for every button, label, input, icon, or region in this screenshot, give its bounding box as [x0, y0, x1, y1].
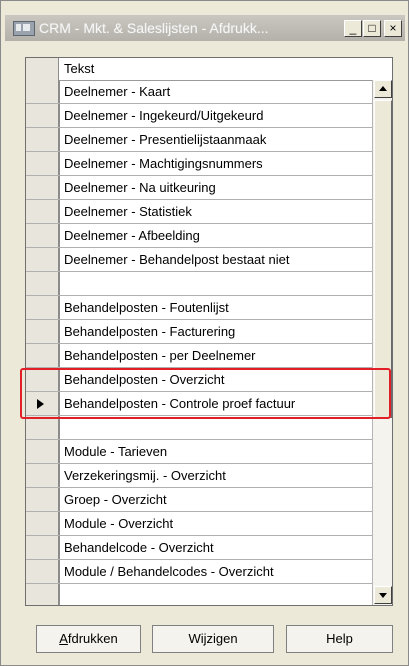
print-label: fdrukken [67, 631, 118, 646]
maximize-button[interactable]: □ [363, 20, 381, 37]
row-text-cell[interactable]: Deelnemer - Kaart [59, 80, 381, 103]
window-title: CRM - Mkt. & Saleslijsten - Afdrukk... [39, 20, 269, 36]
row-selector[interactable] [26, 152, 59, 175]
app-icon [13, 20, 35, 36]
row-text-cell[interactable]: Groep - Overzicht [59, 488, 381, 511]
row-selector[interactable] [26, 344, 59, 367]
edit-button[interactable]: Wijzigen [152, 625, 274, 653]
table-row[interactable] [26, 584, 392, 605]
row-text-cell[interactable]: Behandelposten - Controle proef factuur [59, 392, 381, 415]
row-selector[interactable] [26, 488, 59, 511]
table-row[interactable]: Behandelposten - Overzicht [26, 368, 392, 392]
row-text-cell[interactable]: Deelnemer - Afbeelding [59, 224, 381, 247]
title-bar[interactable]: CRM - Mkt. & Saleslijsten - Afdrukk... _… [5, 15, 405, 41]
row-text-cell[interactable]: Module - Tarieven [59, 440, 381, 463]
row-selector[interactable] [26, 272, 59, 295]
row-selector[interactable] [26, 440, 59, 463]
table-row[interactable]: Module - Tarieven [26, 440, 392, 464]
scroll-thumb[interactable] [374, 100, 392, 418]
table-row[interactable]: Behandelposten - Facturering [26, 320, 392, 344]
table-row[interactable]: Deelnemer - Statistiek [26, 200, 392, 224]
row-selector[interactable] [26, 200, 59, 223]
table-row[interactable]: Module - Overzicht [26, 512, 392, 536]
current-row-pointer-icon [37, 399, 44, 409]
table-row[interactable]: Deelnemer - Na uitkeuring [26, 176, 392, 200]
row-text-cell[interactable]: Behandelcode - Overzicht [59, 536, 381, 559]
table-row[interactable]: Verzekeringsmij. - Overzicht [26, 464, 392, 488]
row-text-cell[interactable]: Behandelposten - Overzicht [59, 368, 381, 391]
print-button[interactable]: Afdrukken [36, 625, 141, 653]
table-row[interactable]: Deelnemer - Machtigingsnummers [26, 152, 392, 176]
row-text-cell[interactable]: Deelnemer - Statistiek [59, 200, 381, 223]
help-button[interactable]: Help [286, 625, 393, 653]
row-selector[interactable] [26, 392, 59, 415]
row-text-cell[interactable]: Deelnemer - Ingekeurd/Uitgekeurd [59, 104, 381, 127]
report-list-grid[interactable]: Tekst Deelnemer - Kaart Deelnemer - Ingek… [25, 57, 393, 606]
row-text-cell[interactable]: Behandelposten - Foutenlijst [59, 296, 381, 319]
row-selector[interactable] [26, 584, 59, 605]
arrow-down-icon [379, 593, 387, 598]
table-row[interactable]: Groep - Overzicht [26, 488, 392, 512]
scroll-up-button[interactable] [374, 80, 392, 98]
row-text-cell[interactable]: Verzekeringsmij. - Overzicht [59, 464, 381, 487]
row-selector[interactable] [26, 176, 59, 199]
row-text-cell[interactable]: Deelnemer - Presentielijstaanmaak [59, 128, 381, 151]
print-dialog-window: CRM - Mkt. & Saleslijsten - Afdrukk... _… [0, 0, 409, 666]
row-text-cell[interactable]: Behandelposten - Facturering [59, 320, 381, 343]
table-row[interactable]: Deelnemer - Behandelpost bestaat niet [26, 248, 392, 272]
row-selector[interactable] [26, 368, 59, 391]
table-row[interactable]: Deelnemer - Presentielijstaanmaak [26, 128, 392, 152]
row-selector[interactable] [26, 80, 59, 103]
row-selector[interactable] [26, 560, 59, 583]
column-header-row: Tekst [26, 58, 392, 81]
row-selector[interactable] [26, 416, 59, 439]
row-selector[interactable] [26, 320, 59, 343]
row-selector[interactable] [26, 512, 59, 535]
table-row[interactable]: Deelnemer - Ingekeurd/Uitgekeurd [26, 104, 392, 128]
minimize-button[interactable]: _ [344, 20, 362, 37]
scroll-down-button[interactable] [374, 586, 392, 604]
row-text-cell[interactable]: Module / Behandelcodes - Overzicht [59, 560, 381, 583]
table-row[interactable]: Behandelposten - per Deelnemer [26, 344, 392, 368]
row-selector[interactable] [26, 536, 59, 559]
close-button[interactable]: × [384, 20, 402, 37]
grid-rows: Deelnemer - Kaart Deelnemer - Ingekeurd/U… [26, 80, 392, 605]
row-selector[interactable] [26, 224, 59, 247]
row-text-cell[interactable] [59, 416, 381, 439]
table-row[interactable] [26, 272, 392, 296]
column-header-tekst[interactable]: Tekst [59, 58, 381, 80]
row-selector[interactable] [26, 296, 59, 319]
print-accelerator: A [59, 631, 68, 646]
row-selector[interactable] [26, 128, 59, 151]
table-row[interactable]: Deelnemer - Kaart [26, 80, 392, 104]
row-text-cell[interactable]: Deelnemer - Behandelpost bestaat niet [59, 248, 381, 271]
table-row[interactable]: Module / Behandelcodes - Overzicht [26, 560, 392, 584]
vertical-scrollbar[interactable] [372, 80, 392, 605]
table-row[interactable]: Behandelcode - Overzicht [26, 536, 392, 560]
row-text-cell[interactable]: Deelnemer - Machtigingsnummers [59, 152, 381, 175]
row-selector[interactable] [26, 464, 59, 487]
table-row[interactable]: Behandelposten - Controle proef factuur [26, 392, 392, 416]
row-text-cell[interactable] [59, 584, 381, 605]
table-row[interactable]: Behandelposten - Foutenlijst [26, 296, 392, 320]
arrow-up-icon [379, 86, 387, 91]
corner-header-cell [26, 58, 59, 80]
row-text-cell[interactable]: Deelnemer - Na uitkeuring [59, 176, 381, 199]
table-row[interactable] [26, 416, 392, 440]
table-row[interactable]: Deelnemer - Afbeelding [26, 224, 392, 248]
row-selector[interactable] [26, 104, 59, 127]
row-text-cell[interactable]: Module - Overzicht [59, 512, 381, 535]
row-text-cell[interactable]: Behandelposten - per Deelnemer [59, 344, 381, 367]
row-text-cell[interactable] [59, 272, 381, 295]
row-selector[interactable] [26, 248, 59, 271]
